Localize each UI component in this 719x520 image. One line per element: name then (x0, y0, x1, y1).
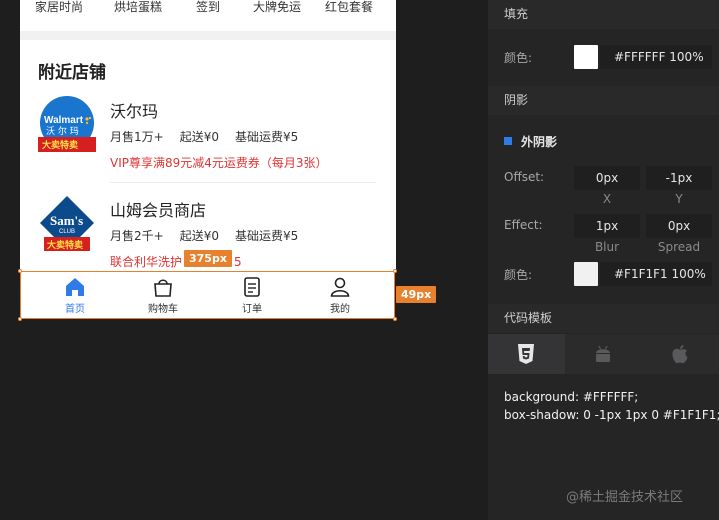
offset-x-label: X (602, 192, 612, 206)
monthly-sales: 月售1万+ (110, 130, 164, 144)
store-name: 沃尔玛 (110, 102, 159, 121)
code-line-background: background: #FFFFFF; (504, 390, 639, 404)
home-icon (66, 278, 84, 296)
svg-text:Sam's: Sam's (50, 213, 83, 228)
shadow-color-swatch[interactable] (574, 262, 598, 286)
width-measure-badge: 375px (184, 250, 232, 267)
offset-x-field[interactable]: 0px (574, 166, 640, 190)
fill-section-header: 填充 (488, 0, 719, 29)
shadow-color-label: 颜色: (504, 268, 533, 282)
blur-label: Blur (594, 240, 620, 254)
apple-icon (672, 345, 688, 364)
offset-label: Offset: (504, 170, 545, 184)
nearby-stores-title: 附近店铺 (38, 63, 106, 83)
store-promo-tail: 5 (234, 255, 242, 269)
store-promo: VIP尊享满89元减4元运费券（每月3张） (110, 156, 328, 170)
inspector-panel: 填充 颜色: #FFFFFF 100% 阴影 外阴影 Offset: 0px -… (488, 0, 719, 520)
tab-label: 首页 (65, 304, 85, 315)
fill-color-label: 颜色: (504, 51, 533, 65)
svg-text:大卖特卖: 大卖特卖 (42, 139, 78, 151)
category-item[interactable]: 大牌免运 (237, 0, 317, 15)
min-order: 起送¥0 (179, 130, 219, 144)
tab-profile[interactable]: 我的 (310, 276, 370, 316)
offset-y-label: Y (675, 192, 683, 206)
tab-ios[interactable] (642, 334, 719, 374)
category-row: 家居时尚 烘培蛋糕 签到 大牌免运 红包套餐 (20, 0, 396, 20)
tab-home[interactable]: 首页 (45, 276, 105, 316)
min-order: 起送¥0 (179, 229, 219, 243)
offset-y-field[interactable]: -1px (646, 166, 712, 190)
svg-text:CLUB: CLUB (59, 229, 75, 235)
height-measure-badge: 49px (396, 286, 437, 303)
fill-color-swatch[interactable] (574, 45, 598, 69)
code-line-box-shadow: box-shadow: 0 -1px 1px 0 #F1F1F1; (504, 408, 719, 422)
shadow-type: 外阴影 (521, 135, 558, 149)
section-separator (20, 31, 396, 40)
store-promo-text: 联合利华洗护 (110, 255, 183, 269)
tab-label: 购物车 (148, 304, 178, 315)
resize-handle[interactable] (393, 269, 397, 273)
svg-text:大卖特卖: 大卖特卖 (47, 239, 83, 251)
tabbar-selected[interactable]: 首页 购物车 订单 我的 (20, 271, 395, 319)
store-meta: 月售2千+ 起送¥0 基础运费¥5 (110, 227, 314, 244)
tab-cart[interactable]: 购物车 (133, 276, 193, 316)
tab-label: 订单 (242, 304, 262, 315)
tab-android[interactable] (565, 334, 642, 374)
tab-orders[interactable]: 订单 (222, 276, 282, 316)
shadow-color-value[interactable]: #F1F1F1 100% (600, 262, 712, 286)
category-item[interactable]: 签到 (168, 0, 248, 15)
category-item[interactable]: 烘培蛋糕 (98, 0, 178, 15)
shadow-section-header: 阴影 (488, 86, 719, 115)
code-tabs (488, 334, 719, 374)
order-list-icon (244, 277, 260, 297)
walmart-logo: Walmart 沃 尔 玛 大卖特卖 (38, 96, 96, 154)
resize-handle[interactable] (393, 317, 397, 321)
svg-text:Walmart: Walmart (44, 115, 84, 126)
tab-css[interactable] (488, 334, 565, 374)
category-item[interactable]: 红包套餐 (309, 0, 389, 15)
svg-text:沃 尔 玛: 沃 尔 玛 (46, 125, 79, 137)
watermark: @稀土掘金技术社区 (566, 490, 684, 505)
store-name: 山姆会员商店 (110, 201, 207, 220)
delivery-fee: 基础运费¥5 (234, 229, 299, 243)
blur-field[interactable]: 1px (574, 214, 640, 238)
shadow-type-indicator (504, 137, 512, 145)
fill-color-value[interactable]: #FFFFFF 100% (600, 45, 712, 69)
shopping-bag-icon (154, 279, 172, 297)
phone-canvas: 家居时尚 烘培蛋糕 签到 大牌免运 红包套餐 附近店铺 Walmart 沃 尔 … (20, 0, 396, 272)
resize-handle[interactable] (18, 269, 22, 273)
store-card-walmart[interactable]: Walmart 沃 尔 玛 大卖特卖 沃尔玛 月售1万+ 起送¥0 基础运费¥5 V… (38, 96, 396, 196)
store-meta: 月售1万+ 起送¥0 基础运费¥5 (110, 128, 314, 145)
user-icon (330, 277, 350, 297)
store-divider (110, 182, 376, 183)
tab-label: 我的 (330, 304, 350, 315)
category-item[interactable]: 家居时尚 (20, 0, 99, 15)
delivery-fee: 基础运费¥5 (234, 130, 299, 144)
effect-label: Effect: (504, 218, 543, 232)
css3-icon (518, 344, 534, 364)
code-section-header: 代码模板 (488, 304, 719, 333)
monthly-sales: 月售2千+ (110, 229, 164, 243)
sams-club-logo: Sam's CLUB 大卖特卖 (38, 195, 96, 253)
resize-handle[interactable] (18, 317, 22, 321)
spread-label: Spread (657, 240, 701, 254)
spread-field[interactable]: 0px (646, 214, 712, 238)
android-icon (596, 345, 610, 362)
